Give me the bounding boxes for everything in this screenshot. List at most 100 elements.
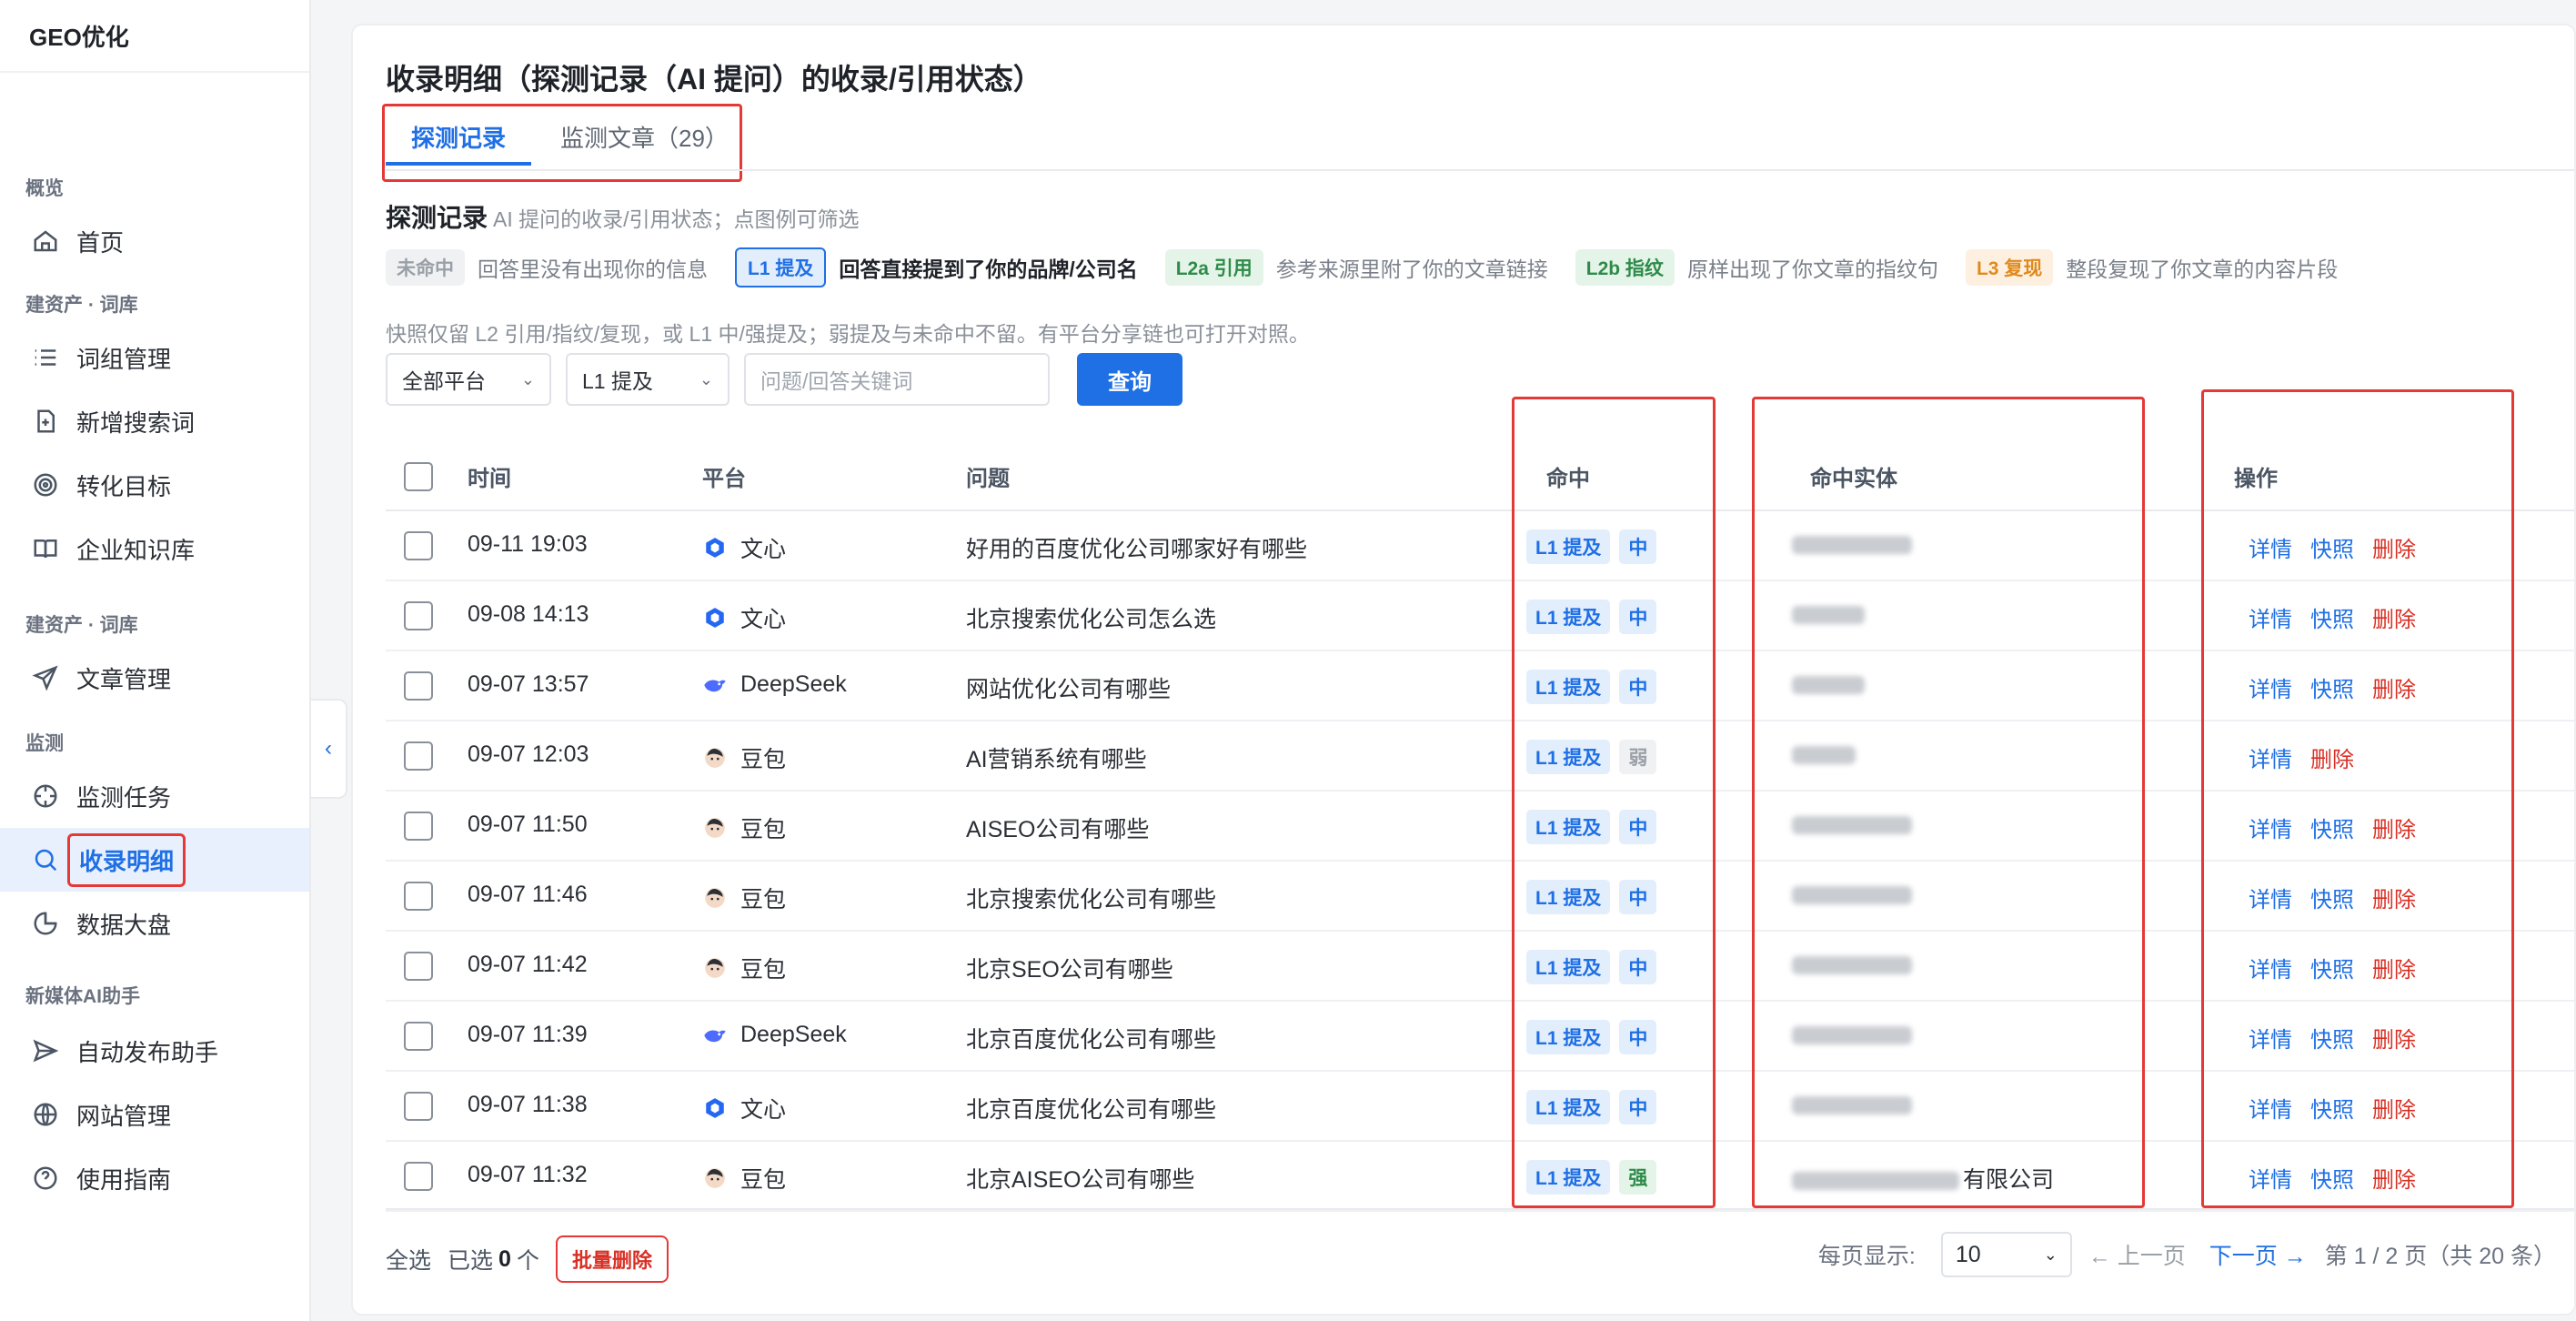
row-platform: 豆包 — [702, 741, 786, 774]
row-question: 北京SEO公司有哪些 — [966, 957, 1173, 983]
legend-desc: 参考来源里附了你的文章链接 — [1275, 257, 1548, 281]
book-icon — [31, 534, 60, 563]
crosshair-icon — [31, 782, 60, 811]
sidebar: GEO优化 概览 首页 建资产 · 词库 词组管理 新增搜索词 转化目标 企业知识库 建资产 … — [0, 0, 311, 1321]
sidebar-item-list[interactable]: 词组管理 — [0, 326, 309, 389]
platform-name: 文心 — [740, 1097, 787, 1123]
list-icon — [31, 343, 60, 372]
sidebar-item-crosshair[interactable]: 监测任务 — [0, 764, 309, 828]
sidebar-item-paper-plane[interactable]: 自动发布助手 — [0, 1019, 309, 1083]
help-circle-icon — [31, 1164, 60, 1193]
sidebar-item-globe[interactable]: 网站管理 — [0, 1083, 309, 1146]
doubao-avatar-icon — [702, 815, 728, 841]
keyword-input-placeholder: 问题/回答关键词 — [760, 369, 913, 393]
row-question: 北京搜索优化公司有哪些 — [966, 887, 1217, 913]
prev-page-button[interactable]: ← 上一页 — [2088, 1238, 2186, 1271]
sidebar-item-home[interactable]: 首页 — [0, 209, 309, 273]
brand-logo[interactable]: GEO优化 — [0, 0, 309, 73]
row-checkbox[interactable] — [404, 601, 433, 630]
selected-prefix: 已选 — [448, 1248, 494, 1274]
main-card: 收录明细（探测记录（AI 提问）的收录/引用状态） 探测记录 监测文章（29） … — [351, 24, 2576, 1316]
wenxin-logo-icon — [702, 605, 728, 630]
level-select-value: L1 提及 — [582, 369, 653, 393]
column-platform: 平台 — [702, 467, 746, 491]
select-all-checkbox[interactable] — [404, 462, 433, 491]
doubao-avatar-icon — [702, 1165, 728, 1191]
legend-desc: 原样出现了你文章的指纹句 — [1686, 257, 1938, 281]
row-checkbox[interactable] — [404, 531, 433, 560]
nav-group-title: 建资产 · 词库 — [25, 295, 138, 316]
sidebar-collapse-button[interactable]: ‹ — [311, 699, 347, 799]
sidebar-item-pie-chart[interactable]: 数据大盘 — [0, 892, 309, 955]
paper-plane-icon — [31, 1036, 60, 1065]
platform-name: 豆包 — [740, 887, 787, 913]
row-time: 09-11 19:03 — [468, 531, 588, 557]
row-time: 09-08 14:13 — [468, 601, 589, 627]
row-question: 好用的百度优化公司哪家好有哪些 — [966, 537, 1308, 562]
row-time: 09-07 11:32 — [468, 1162, 588, 1187]
select-all-link[interactable]: 全选 — [386, 1243, 431, 1276]
doubao-avatar-icon — [702, 955, 728, 981]
page-size-select[interactable]: 10 ⌄ — [1940, 1232, 2072, 1277]
tab-monitored-articles[interactable]: 监测文章（29） — [560, 120, 729, 154]
platform-name: 文心 — [740, 537, 787, 562]
sidebar-item-file-plus[interactable]: 新增搜索词 — [0, 389, 309, 453]
doubao-avatar-icon — [702, 885, 728, 911]
level-select[interactable]: L1 提及 ⌄ — [566, 353, 730, 406]
section-title: 探测记录 — [386, 204, 488, 232]
legend-tag: L2b 指纹 — [1575, 249, 1675, 286]
row-checkbox[interactable] — [404, 1162, 433, 1191]
sidebar-item-label: 自动发布助手 — [76, 1038, 219, 1066]
target-icon — [31, 470, 60, 499]
platform-select[interactable]: 全部平台 ⌄ — [386, 353, 551, 406]
row-platform: DeepSeek — [702, 1022, 847, 1048]
chevron-down-icon: ⌄ — [520, 369, 535, 388]
next-page-button[interactable]: 下一页 → — [2209, 1238, 2307, 1271]
bulk-delete-button[interactable]: 批量删除 — [555, 1235, 669, 1283]
nav-group-title: 概览 — [25, 178, 64, 199]
sidebar-item-send[interactable]: 文章管理 — [0, 646, 309, 710]
tab-probe-records[interactable]: 探测记录 — [411, 120, 506, 154]
deepseek-whale-icon — [702, 1023, 728, 1048]
row-checkbox[interactable] — [404, 671, 433, 701]
sidebar-item-label: 收录明细 — [67, 832, 186, 887]
sidebar-item-help-circle[interactable]: 使用指南 — [0, 1146, 309, 1210]
sidebar-item-label: 企业知识库 — [76, 536, 196, 564]
sidebar-item-book[interactable]: 企业知识库 — [0, 517, 309, 580]
doubao-avatar-icon — [702, 745, 728, 771]
legend-item-l2a[interactable]: L2a 引用 参考来源里附了你的文章链接 — [1164, 249, 1548, 286]
entity-column-highlight — [1752, 397, 2145, 1208]
platform-name: DeepSeek — [740, 1022, 847, 1047]
page-info: 第 1 / 2 页（共 20 条） — [2324, 1244, 2556, 1269]
row-checkbox[interactable] — [404, 1092, 433, 1121]
row-question: AI营销系统有哪些 — [966, 747, 1147, 772]
legend-item-l1[interactable]: L1 提及 回答直接提到了你的品牌/公司名 — [735, 247, 1138, 287]
search-icon — [31, 845, 60, 874]
row-platform: 豆包 — [702, 952, 786, 984]
row-checkbox[interactable] — [404, 952, 433, 981]
row-time: 09-07 11:50 — [468, 812, 588, 837]
keyword-input[interactable]: 问题/回答关键词 — [744, 353, 1050, 406]
sidebar-item-label: 新增搜索词 — [76, 408, 196, 437]
sidebar-item-search[interactable]: 收录明细 — [0, 828, 309, 892]
row-checkbox[interactable] — [404, 741, 433, 771]
legend-desc: 回答直接提到了你的品牌/公司名 — [839, 257, 1138, 281]
platform-name: DeepSeek — [740, 671, 847, 697]
legend-item-l2b[interactable]: L2b 指纹 原样出现了你文章的指纹句 — [1575, 249, 1938, 286]
query-button[interactable]: 查询 — [1077, 353, 1182, 406]
legend-item-miss[interactable]: 未命中 回答里没有出现你的信息 — [386, 249, 708, 286]
row-question: 北京百度优化公司有哪些 — [966, 1097, 1217, 1123]
wenxin-logo-icon — [702, 1095, 728, 1121]
selected-count: 0 — [498, 1245, 511, 1272]
sidebar-item-target[interactable]: 转化目标 — [0, 453, 309, 517]
pie-chart-icon — [31, 909, 60, 938]
row-question: 网站优化公司有哪些 — [966, 677, 1172, 702]
row-checkbox[interactable] — [404, 882, 433, 911]
row-platform: 豆包 — [702, 882, 786, 914]
legend-item-l3[interactable]: L3 复现 整段复现了你文章的内容片段 — [1965, 249, 2338, 286]
row-checkbox[interactable] — [404, 1022, 433, 1051]
legend: 未命中 回答里没有出现你的信息 L1 提及 回答直接提到了你的品牌/公司名 L2… — [386, 247, 2365, 287]
sidebar-item-label: 首页 — [76, 228, 125, 257]
home-icon — [31, 227, 60, 256]
row-checkbox[interactable] — [404, 812, 433, 841]
